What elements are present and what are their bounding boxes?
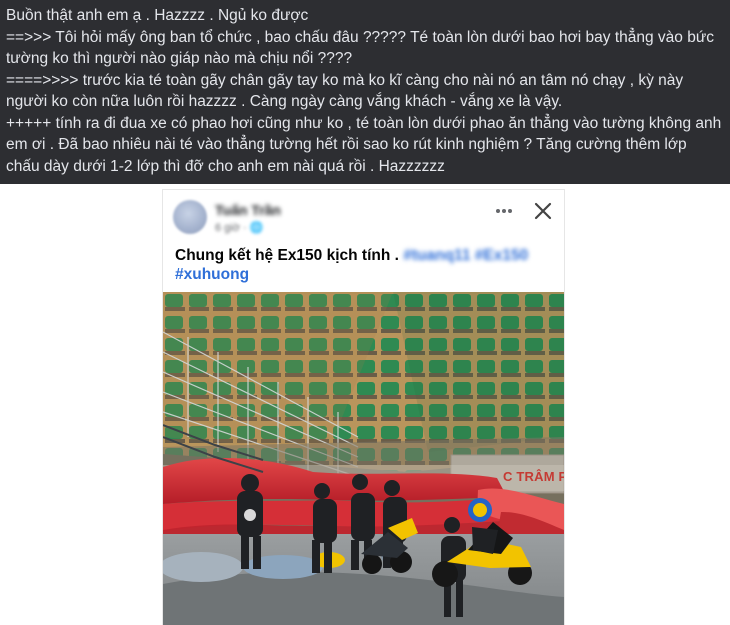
more-options-icon[interactable]	[493, 200, 515, 222]
post-title-text: Chung kết hệ Ex150 kịch tính .	[175, 247, 404, 264]
close-icon[interactable]	[533, 201, 553, 221]
screenshot-page: Buồn thật anh em ạ . Hazzzz . Ngủ ko đượ…	[0, 0, 730, 625]
post-line: +++++ tính ra đi đua xe có phao hơi cũng…	[6, 114, 722, 175]
hashtag-link[interactable]: #xuhuong	[175, 266, 249, 284]
embedded-post-title: Chung kết hệ Ex150 kịch tính . #tuanq11 …	[175, 245, 555, 266]
post-line: ====>>>> trước kia té toàn gãy chân gãy …	[6, 71, 684, 111]
race-photo: C TRÂM PHÚ Q	[163, 292, 564, 625]
post-timestamp: 6 giờ · 🌐	[215, 222, 264, 234]
race-photo-illustration	[163, 292, 564, 625]
embedded-post-header: Tuấn Trần 6 giờ · 🌐	[163, 190, 564, 235]
author-name[interactable]: Tuấn Trần	[215, 202, 281, 218]
post-line: Buồn thật anh em ạ . Hazzzz . Ngủ ko đượ…	[6, 7, 309, 24]
embedded-post-card: Tuấn Trần 6 giờ · 🌐 Chung kết hệ Ex150 k…	[163, 190, 564, 625]
post-line: ==>>> Tôi hỏi mấy ông ban tổ chức , bao …	[6, 28, 714, 68]
avatar[interactable]	[173, 200, 207, 234]
blurred-hashtags: #tuanq11 #Ex150	[403, 247, 529, 264]
post-text-block: Buồn thật anh em ạ . Hazzzz . Ngủ ko đượ…	[0, 0, 730, 184]
stadium-banner-text: C TRÂM PHÚ Q	[503, 469, 564, 484]
